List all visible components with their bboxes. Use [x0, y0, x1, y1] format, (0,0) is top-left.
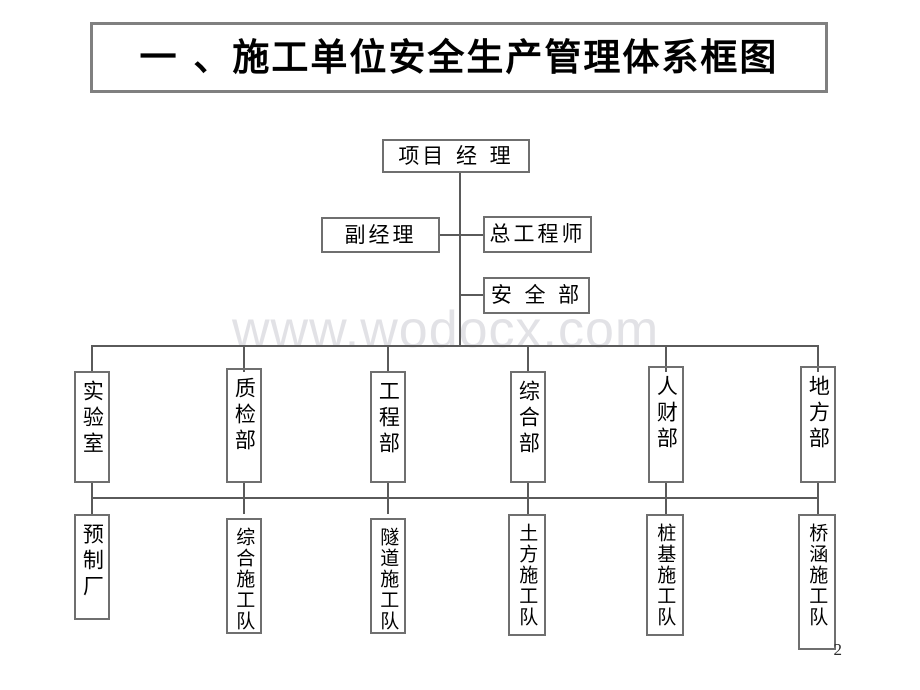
node-earthwork-construction-team[interactable]: 土方施工队 [508, 514, 546, 636]
node-laboratory[interactable]: 实验室 [74, 371, 110, 483]
node-pile-foundation-construction-team[interactable]: 桩基施工队 [646, 514, 684, 636]
node-engineering-department-label: 工程部 [376, 380, 401, 458]
page-title-box: 一 、施工单位安全生产管理体系框图 [90, 22, 828, 93]
node-project-manager[interactable]: 项目 经 理 [382, 139, 530, 173]
node-general-construction-team[interactable]: 综合施工队 [226, 518, 262, 634]
node-general-construction-team-label: 综合施工队 [233, 527, 256, 632]
node-bridge-culvert-construction-team[interactable]: 桥涵施工队 [798, 514, 836, 650]
connector-department-bus [91, 345, 819, 347]
node-safety-department-label: 安 全 部 [490, 283, 583, 308]
node-local-affairs-department-label: 地方部 [806, 375, 831, 453]
connector-trunk-main [459, 172, 461, 346]
node-tunnel-construction-team-label: 隧道施工队 [377, 527, 400, 632]
node-general-affairs-department-label: 综合部 [516, 380, 541, 458]
node-tunnel-construction-team[interactable]: 隧道施工队 [370, 518, 406, 634]
connector-team-bus [91, 497, 819, 499]
node-bridge-culvert-construction-team-label: 桥涵施工队 [806, 523, 829, 628]
page-title: 一 、施工单位安全生产管理体系框图 [139, 36, 779, 79]
node-precast-plant-label: 预制厂 [80, 523, 105, 601]
node-deputy-manager-label: 副经理 [344, 222, 417, 247]
node-quality-inspection-department-label: 质检部 [232, 377, 257, 455]
connector-level2-branch [440, 234, 483, 236]
node-precast-plant[interactable]: 预制厂 [74, 514, 110, 620]
node-engineering-department[interactable]: 工程部 [370, 371, 406, 483]
node-chief-engineer-label: 总工程师 [489, 222, 586, 247]
node-chief-engineer[interactable]: 总工程师 [483, 216, 592, 253]
node-earthwork-construction-team-label: 土方施工队 [516, 523, 539, 628]
node-project-manager-label: 项目 经 理 [398, 143, 514, 168]
watermark: www.wodocx.com [232, 301, 660, 359]
node-hr-finance-department[interactable]: 人财部 [648, 366, 684, 483]
node-general-affairs-department[interactable]: 综合部 [510, 371, 546, 483]
node-laboratory-label: 实验室 [80, 380, 105, 458]
connector-drop-dept-3 [387, 345, 389, 372]
node-safety-department[interactable]: 安 全 部 [483, 277, 590, 314]
connector-drop-dept-4 [527, 345, 529, 372]
node-quality-inspection-department[interactable]: 质检部 [226, 368, 262, 483]
page-number: 2 [833, 640, 843, 659]
connector-safety-stub [459, 294, 484, 296]
node-pile-foundation-construction-team-label: 桩基施工队 [654, 523, 677, 628]
connector-drop-dept-1 [91, 345, 93, 372]
node-hr-finance-department-label: 人财部 [654, 375, 679, 453]
org-chart-canvas: 一 、施工单位安全生产管理体系框图 www.wodocx.com 项目 经 理 … [0, 0, 920, 690]
node-deputy-manager[interactable]: 副经理 [321, 217, 440, 253]
node-local-affairs-department[interactable]: 地方部 [800, 366, 836, 483]
